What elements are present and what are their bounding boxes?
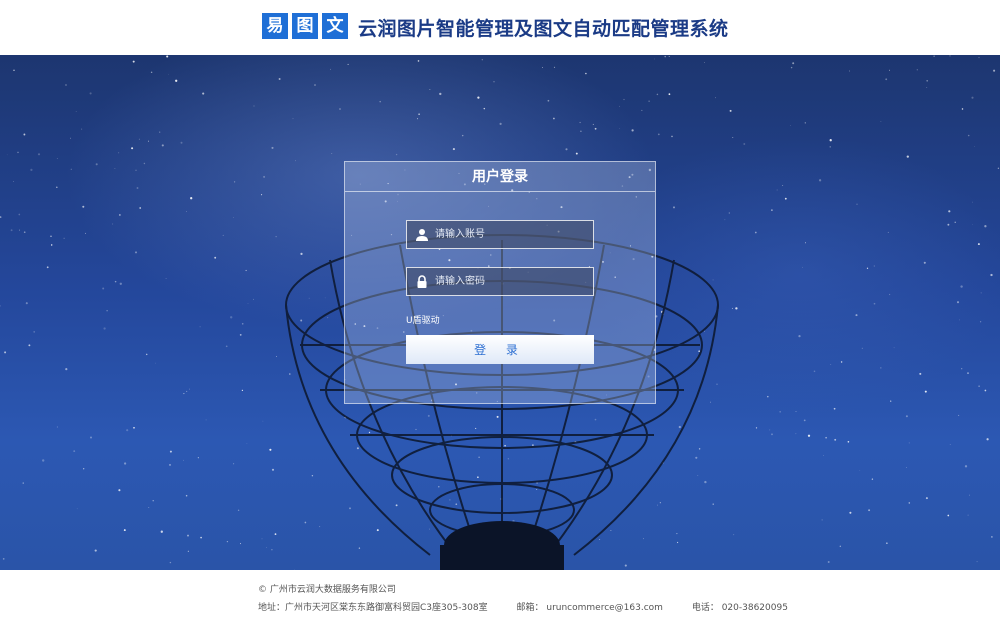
logo-char: 易	[262, 13, 288, 39]
password-field[interactable]	[406, 267, 594, 296]
login-panel-header: 用户登录	[345, 162, 655, 192]
password-input[interactable]	[435, 268, 591, 295]
login-panel: 用户登录 U盾驱动 登 录	[344, 161, 656, 404]
logo: 易 图 文	[262, 13, 348, 39]
logo-char: 图	[292, 13, 318, 39]
username-input[interactable]	[435, 221, 591, 248]
login-title: 用户登录	[472, 169, 528, 185]
phone-text: 电话： 020-38620095	[691, 603, 788, 613]
logo-char: 文	[322, 13, 348, 39]
user-icon	[416, 229, 428, 241]
system-title: 云润图片智能管理及图文自动匹配管理系统	[358, 18, 729, 40]
hero-background: 用户登录 U盾驱动 登 录	[0, 55, 1000, 570]
address-text: 地址：广州市天河区棠东东路御富科贸园C3座305-308室	[258, 603, 488, 613]
usb-driver-link[interactable]: U盾驱动	[406, 313, 440, 326]
email-text: 邮箱： uruncommerce@163.com	[516, 603, 663, 613]
copyright-text: © 广州市云润大数据服务有限公司	[258, 585, 396, 595]
contact-info: 地址：广州市天河区棠东东路御富科贸园C3座305-308室 邮箱： urunco…	[258, 600, 814, 613]
login-button[interactable]: 登 录	[406, 335, 594, 364]
username-field[interactable]	[406, 220, 594, 249]
lock-icon	[417, 275, 427, 288]
page-header: 易 图 文 云润图片智能管理及图文自动匹配管理系统	[0, 0, 1000, 55]
page-footer: © 广州市云润大数据服务有限公司 地址：广州市天河区棠东东路御富科贸园C3座30…	[0, 570, 1000, 625]
